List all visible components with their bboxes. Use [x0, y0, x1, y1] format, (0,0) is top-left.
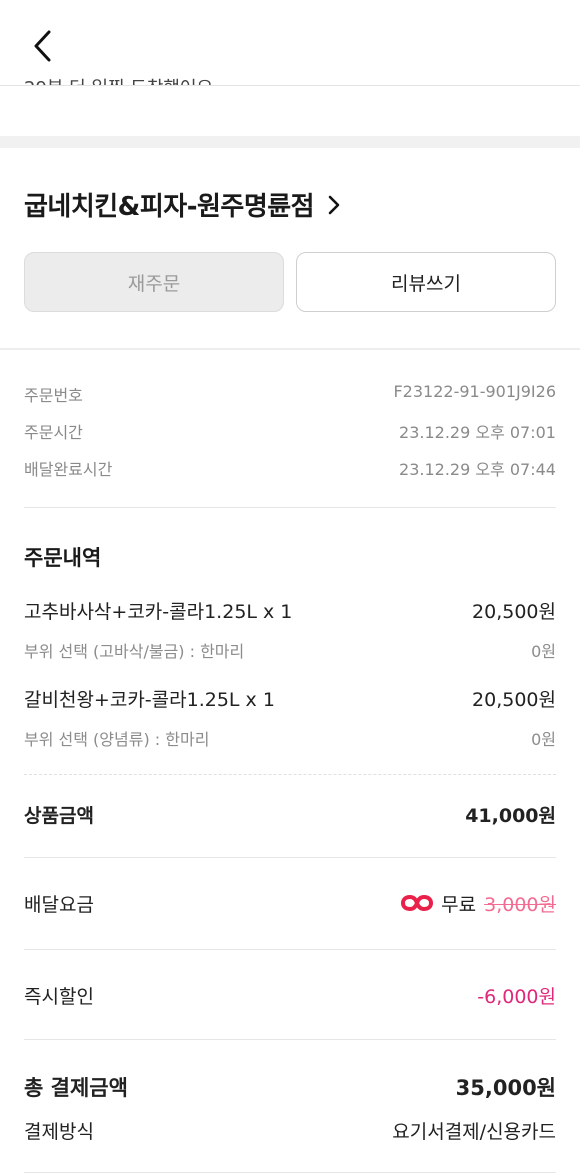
subtotal-label: 상품금액 [24, 804, 94, 827]
order-item-name: 고추바사삭+코카-콜라1.25L x 1 [24, 601, 293, 623]
chevron-left-icon [34, 30, 51, 62]
delivery-original-fee: 3,000원 [484, 893, 556, 916]
reorder-button[interactable]: 재주문 [24, 252, 284, 312]
divider [24, 857, 556, 858]
divider [0, 348, 580, 350]
chevron-right-icon [328, 195, 340, 215]
discount-value: -6,000원 [477, 985, 556, 1008]
order-time-label: 주문시간 [24, 423, 83, 442]
order-number-value: F23122-91-901J9I26 [393, 382, 556, 401]
discount-row: 즉시할인 -6,000원 [24, 977, 556, 1013]
total-value: 35,000원 [455, 1076, 556, 1100]
order-item-option: 부위 선택 (고바삭/불금) : 한마리 0원 [24, 638, 556, 662]
order-item-option: 부위 선택 (양념류) : 한마리 0원 [24, 726, 556, 750]
divider [24, 507, 556, 508]
delivery-fee-row: 배달요금 무료 3,000원 [24, 885, 556, 921]
order-time-row: 주문시간 23.12.29 오후 07:01 [24, 419, 556, 443]
delivered-time-row: 배달완료시간 23.12.29 오후 07:44 [24, 456, 556, 480]
section-gap [0, 136, 580, 148]
order-item-name: 갈비천왕+코카-콜라1.25L x 1 [24, 689, 275, 711]
top-bar: 29분 더 일찍 도착했어요. [0, 0, 580, 86]
divider [24, 1172, 556, 1173]
order-item-price: 20,500원 [472, 689, 556, 711]
delivered-time-label: 배달완료시간 [24, 460, 113, 479]
total-row: 총 결제금액 35,000원 [24, 1068, 556, 1106]
order-item: 갈비천왕+코카-콜라1.25L x 1 20,500원 [24, 685, 556, 712]
store-link[interactable]: 굽네치킨&피자-원주명륜점 [24, 186, 340, 223]
delivered-time-value: 23.12.29 오후 07:44 [399, 460, 556, 479]
total-label: 총 결제금액 [24, 1076, 128, 1100]
delivery-fee-label: 배달요금 [24, 893, 94, 916]
subtotal-value: 41,000원 [465, 804, 556, 827]
delivery-fee-value: 무료 3,000원 [401, 890, 556, 917]
order-number-label: 주문번호 [24, 386, 83, 405]
arrival-message: 29분 더 일찍 도착했어요. [24, 74, 219, 85]
infinity-badge-icon [401, 894, 434, 912]
subtotal-row: 상품금액 41,000원 [24, 796, 556, 832]
divider [24, 774, 556, 775]
divider [24, 949, 556, 950]
order-details-title: 주문내역 [24, 546, 102, 570]
order-item-option-text: 부위 선택 (양념류) : 한마리 [24, 730, 210, 749]
store-name: 굽네치킨&피자-원주명륜점 [24, 192, 315, 222]
delivery-free-text: 무료 [441, 893, 477, 916]
payment-method-label: 결제방식 [24, 1120, 94, 1143]
payment-method-row: 결제방식 요기서결제/신용카드 [24, 1112, 556, 1148]
order-item-option-price: 0원 [531, 730, 556, 749]
order-item-option-price: 0원 [531, 642, 556, 661]
discount-label: 즉시할인 [24, 985, 94, 1008]
payment-method-value: 요기서결제/신용카드 [392, 1120, 556, 1143]
order-time-value: 23.12.29 오후 07:01 [399, 423, 556, 442]
write-review-button[interactable]: 리뷰쓰기 [296, 252, 556, 312]
order-item-price: 20,500원 [472, 601, 556, 623]
order-item: 고추바사삭+코카-콜라1.25L x 1 20,500원 [24, 597, 556, 624]
divider [24, 1039, 556, 1040]
order-number-row: 주문번호 F23122-91-901J9I26 [24, 382, 556, 406]
order-item-option-text: 부위 선택 (고바삭/불금) : 한마리 [24, 642, 245, 661]
back-button[interactable] [22, 24, 62, 68]
